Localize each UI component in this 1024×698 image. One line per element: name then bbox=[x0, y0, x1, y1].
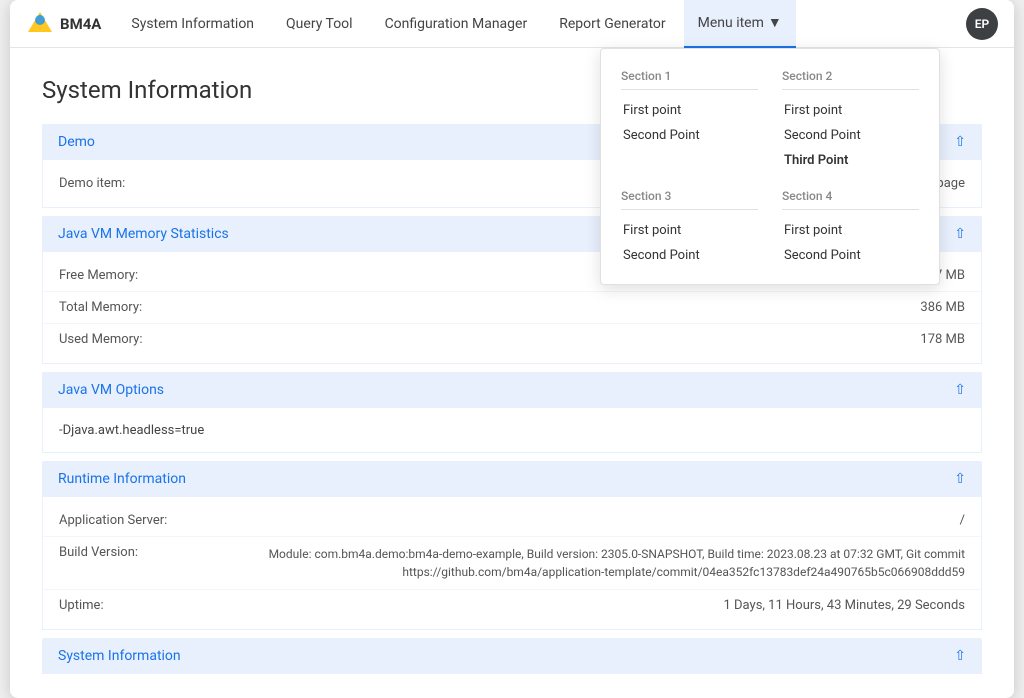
section2-header: Section 2 bbox=[782, 69, 919, 90]
runtime-row-3: Uptime: 1 Days, 11 Hours, 43 Minutes, 29… bbox=[43, 590, 981, 621]
jvm-options-section-label: Java VM Options bbox=[58, 382, 164, 398]
runtime-row-1: Application Server: / bbox=[43, 505, 981, 537]
dropdown-item-s1-1[interactable]: First point bbox=[621, 98, 758, 123]
app-server-label: Application Server: bbox=[59, 513, 259, 528]
demo-chevron-up: ⇧ bbox=[954, 134, 966, 150]
jvm-memory-row-2: Total Memory: 386 MB bbox=[43, 292, 981, 324]
avatar[interactable]: EP bbox=[966, 8, 998, 40]
runtime-row-2: Build Version: Module: com.bm4a.demo:bm4… bbox=[43, 537, 981, 590]
dropdown-section-2: Section 2 First point Second Point Third… bbox=[770, 61, 931, 181]
dropdown-item-s4-1[interactable]: First point bbox=[782, 218, 919, 243]
app-window: BM4A System Information Query Tool Confi… bbox=[10, 0, 1014, 698]
jvm-memory-row-3: Used Memory: 178 MB bbox=[43, 324, 981, 355]
system-info-section-header[interactable]: System Information ⇧ bbox=[42, 638, 982, 674]
section4-header: Section 4 bbox=[782, 189, 919, 210]
dropdown-grid: Section 1 First point Second Point Secti… bbox=[601, 61, 939, 276]
system-info-section: System Information ⇧ bbox=[42, 638, 982, 674]
dropdown-item-s2-2[interactable]: Second Point bbox=[782, 123, 919, 148]
jvm-options-text: -Djava.awt.headless=true bbox=[59, 423, 204, 438]
demo-label-1: Demo item: bbox=[59, 176, 259, 191]
build-version-value: Module: com.bm4a.demo:bm4a-demo-example,… bbox=[259, 545, 965, 581]
dropdown-menu: Section 1 First point Second Point Secti… bbox=[600, 48, 940, 285]
system-info-section-label: System Information bbox=[58, 648, 181, 664]
dropdown-item-s2-3[interactable]: Third Point bbox=[782, 148, 919, 173]
dropdown-section-4: Section 4 First point Second Point bbox=[770, 181, 931, 276]
uptime-value: 1 Days, 11 Hours, 43 Minutes, 29 Seconds bbox=[259, 598, 965, 613]
build-version-label: Build Version: bbox=[59, 545, 259, 560]
jvm-free-label: Free Memory: bbox=[59, 268, 259, 283]
runtime-section: Runtime Information ⇧ Application Server… bbox=[42, 461, 982, 630]
uptime-label: Uptime: bbox=[59, 598, 259, 613]
jvm-memory-chevron-up: ⇧ bbox=[954, 226, 966, 242]
jvm-total-value: 386 MB bbox=[259, 300, 965, 315]
demo-section-label: Demo bbox=[58, 134, 95, 150]
jvm-used-label: Used Memory: bbox=[59, 332, 259, 347]
dropdown-item-s3-1[interactable]: First point bbox=[621, 218, 758, 243]
runtime-chevron-up: ⇧ bbox=[954, 471, 966, 487]
nav-configuration-manager[interactable]: Configuration Manager bbox=[371, 0, 542, 48]
jvm-used-value: 178 MB bbox=[259, 332, 965, 347]
logo-text: BM4A bbox=[60, 15, 101, 33]
jvm-options-section: Java VM Options ⇧ -Djava.awt.headless=tr… bbox=[42, 372, 982, 453]
system-info-chevron-up: ⇧ bbox=[954, 648, 966, 664]
dropdown-section-3: Section 3 First point Second Point bbox=[609, 181, 770, 276]
dropdown-item-s1-2[interactable]: Second Point bbox=[621, 123, 758, 148]
section1-header: Section 1 bbox=[621, 69, 758, 90]
dropdown-section-1: Section 1 First point Second Point bbox=[609, 61, 770, 181]
jvm-memory-section-label: Java VM Memory Statistics bbox=[58, 226, 229, 242]
runtime-section-body: Application Server: / Build Version: Mod… bbox=[42, 497, 982, 630]
nav-query-tool[interactable]: Query Tool bbox=[272, 0, 367, 48]
app-server-value: / bbox=[259, 513, 965, 528]
dropdown-item-s4-2[interactable]: Second Point bbox=[782, 243, 919, 268]
chevron-down-icon: ▼ bbox=[768, 14, 782, 31]
menu-item-label: Menu item bbox=[698, 15, 764, 31]
section3-header: Section 3 bbox=[621, 189, 758, 210]
jvm-options-chevron-up: ⇧ bbox=[954, 382, 966, 398]
logo-area: BM4A bbox=[26, 10, 101, 38]
dropdown-item-s3-2[interactable]: Second Point bbox=[621, 243, 758, 268]
nav-system-information[interactable]: System Information bbox=[117, 0, 268, 48]
jvm-options-section-body: -Djava.awt.headless=true bbox=[42, 408, 982, 453]
nav-menu-item[interactable]: Menu item ▼ bbox=[684, 0, 796, 48]
nav-report-generator[interactable]: Report Generator bbox=[545, 0, 679, 48]
jvm-total-label: Total Memory: bbox=[59, 300, 259, 315]
jvm-options-section-header[interactable]: Java VM Options ⇧ bbox=[42, 372, 982, 408]
runtime-section-header[interactable]: Runtime Information ⇧ bbox=[42, 461, 982, 497]
runtime-section-label: Runtime Information bbox=[58, 471, 186, 487]
logo-icon bbox=[26, 10, 54, 38]
navbar: BM4A System Information Query Tool Confi… bbox=[10, 0, 1014, 48]
dropdown-item-s2-1[interactable]: First point bbox=[782, 98, 919, 123]
